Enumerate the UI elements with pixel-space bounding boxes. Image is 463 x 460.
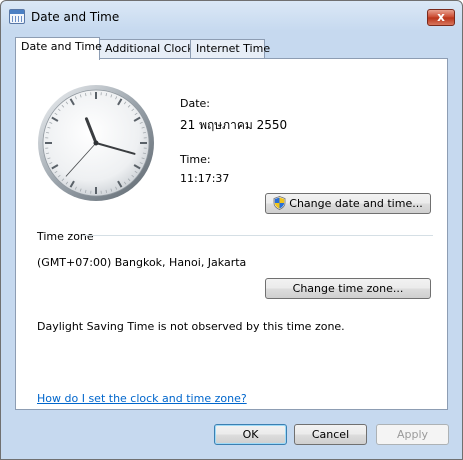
tab-additional-clocks[interactable]: Additional Clocks (99, 39, 199, 58)
time-label: Time: (180, 153, 211, 166)
cancel-button[interactable]: Cancel (294, 424, 367, 445)
time-zone-divider (82, 235, 433, 236)
tab-internet-time[interactable]: Internet Time (190, 39, 270, 58)
date-label: Date: (180, 97, 210, 110)
uac-shield-icon (273, 196, 286, 210)
apply-button[interactable]: Apply (376, 424, 449, 445)
close-button[interactable]: x (427, 9, 455, 26)
date-value: 21 พฤษภาคม 2550 (180, 118, 288, 132)
date-time-dialog: Date and Time x Date and Time Additional… (0, 0, 463, 460)
change-date-time-button[interactable]: Change date and time... (265, 193, 431, 214)
tab-panel-date-and-time: Date: 21 พฤษภาคม 2550 Time: 11:17:37 Cha… (15, 58, 448, 410)
tab-date-and-time[interactable]: Date and Time (15, 37, 102, 60)
time-value: 11:17:37 (180, 172, 230, 185)
time-zone-section-label: Time zone (37, 230, 94, 243)
time-zone-value: (GMT+07:00) Bangkok, Hanoi, Jakarta (37, 256, 247, 269)
window-title: Date and Time (31, 10, 120, 24)
help-link[interactable]: How do I set the clock and time zone? (37, 392, 247, 405)
analog-clock (38, 85, 154, 201)
change-date-time-label: Change date and time... (289, 197, 423, 210)
calendar-clock-icon (9, 9, 25, 24)
dst-note: Daylight Saving Time is not observed by … (37, 320, 345, 333)
ok-button[interactable]: OK (214, 424, 287, 445)
title-bar: Date and Time x (1, 1, 462, 33)
change-time-zone-button[interactable]: Change time zone... (265, 278, 431, 299)
